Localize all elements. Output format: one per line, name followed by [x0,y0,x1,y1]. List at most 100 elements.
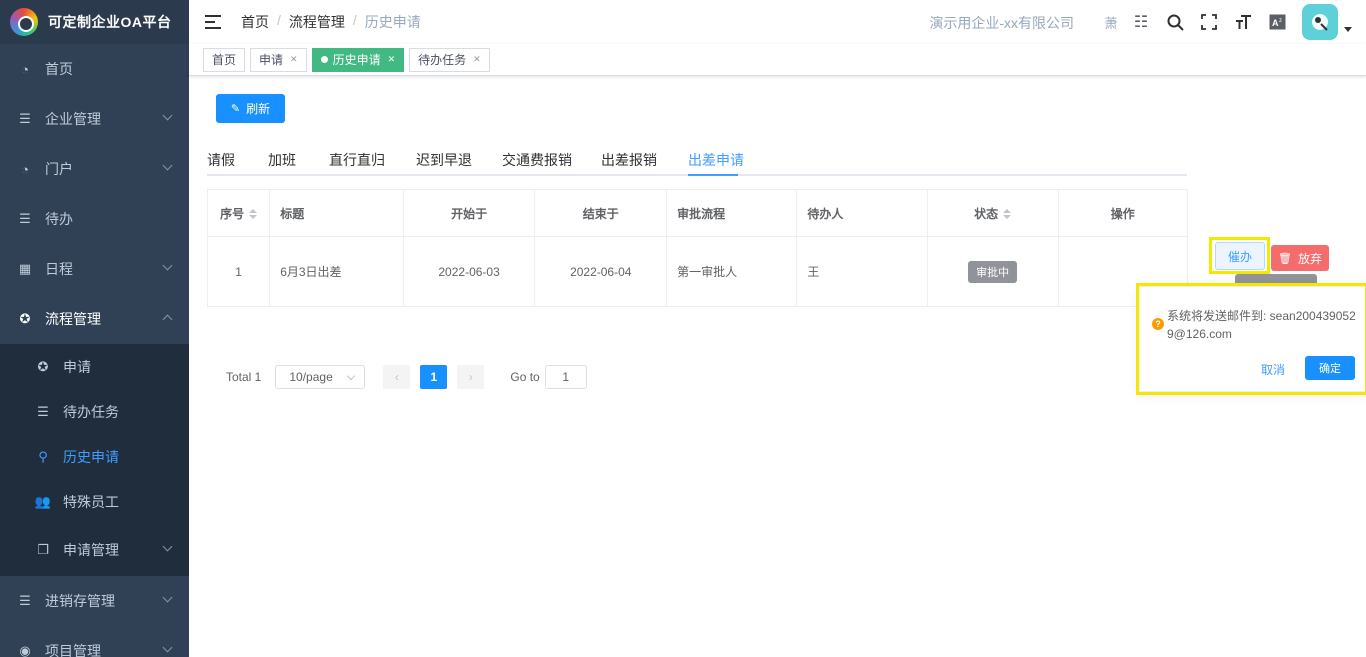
trash-icon: 🗑 [1278,252,1292,265]
pagination: Total 1 10/page ‹ 1 › Go to 1 [226,364,587,390]
header-right-menu: 萧 ☷ Az [1098,0,1366,44]
col-status[interactable]: 状态 [926,189,1059,237]
people-icon: 👥 [34,493,52,509]
sidebar-item-home[interactable]: ◔ 首页 [0,44,189,94]
chevron-down-icon [162,260,173,271]
col-title: 标题 [269,189,404,237]
tab-direct-go-return[interactable]: 直行直归 [329,150,385,178]
tag-label: 首页 [212,53,237,67]
fullscreen-icon[interactable] [1192,0,1226,44]
page-size-select[interactable]: 10/page [275,365,366,389]
col-index[interactable]: 序号 [206,189,271,237]
sidebar-item-label: 流程管理 [45,311,101,327]
edit-icon: ✎ [230,103,241,115]
tag-apply[interactable]: 申请 ✕ [250,47,307,72]
sort-icon[interactable] [249,209,258,220]
sidebar-item-label: 待办任务 [63,403,119,420]
cell-end: 2022-06-04 [534,236,668,307]
table-header-row: 序号 标题 开始于 结束于 审批流程 待办人 状态 操作 [206,189,1189,237]
sidebar-item-label: 门户 [45,161,73,177]
refresh-button[interactable]: ✎ 刷新 [216,94,285,123]
sidebar-item-portal[interactable]: ◔ 门户 [0,144,189,194]
prev-page-button[interactable]: ‹ [383,365,411,389]
chevron-down-icon [162,110,173,121]
tab-active-bar [688,174,738,176]
cell-flow: 第一审批人 [666,236,798,307]
sidebar-item-schedule[interactable]: ▦ 日程 [0,244,189,294]
app-logo-icon [10,8,38,36]
list-icon: ☰ [19,211,31,226]
eye-icon: ◉ [19,643,31,657]
language-icon[interactable]: Az [1260,0,1294,44]
hamburger-icon[interactable] [205,15,221,29]
dashboard-icon: ◔ [21,61,29,77]
chevron-down-icon [162,642,173,653]
chevron-down-icon [162,592,173,603]
sidebar-item-label: 申请管理 [63,542,119,558]
tab-late-early[interactable]: 迟到早退 [416,150,472,178]
app-title: 可定制企业OA平台 [48,14,172,30]
caret-down-icon[interactable] [1344,26,1352,32]
col-start: 开始于 [402,189,536,237]
urge-highlight [1209,237,1270,274]
tab-travel-reimburse[interactable]: 出差报销 [601,150,657,178]
tags-view: 首页 申请 ✕ 历史申请 ✕ 待办任务 ✕ [189,44,1366,76]
cell-index: 1 [206,236,271,307]
sidebar-item-project[interactable]: ◉ 项目管理 [0,626,189,657]
svg-text:A: A [1272,18,1279,28]
list-icon: ☰ [37,403,49,419]
active-dot-icon [320,56,328,63]
sidebar-item-apply-manage[interactable]: ❐ 申请管理 [0,524,189,576]
dashboard-icon: ◔ [21,161,29,177]
close-icon[interactable]: ✕ [473,54,481,65]
tab-overtime[interactable]: 加班 [268,150,296,178]
chevron-down-icon [162,541,173,552]
refresh-label: 刷新 [246,102,271,116]
sidebar-item-inventory[interactable]: ☰ 进销存管理 [0,576,189,626]
tag-label: 待办任务 [418,53,467,67]
type-tabs: 请假 加班 直行直归 迟到早退 交通费报销 出差报销 出差申请 [207,146,1187,176]
sidebar-item-workflow[interactable]: ✪ 流程管理 [0,294,189,344]
tag-home[interactable]: 首页 [203,47,246,72]
goto-input[interactable]: 1 [544,365,587,389]
tag-label: 历史申请 [332,53,381,67]
avatar[interactable] [1302,4,1338,40]
abandon-label: 放弃 [1297,251,1322,266]
page-number[interactable]: 1 [420,365,448,389]
sidebar-item-apply[interactable]: ✪ 申请 [0,344,189,389]
breadcrumb-home[interactable]: 首页 [241,12,269,32]
close-icon[interactable]: ✕ [388,54,396,65]
tag-history[interactable]: 历史申请 ✕ [311,47,405,72]
breadcrumb-current: 历史申请 [364,14,421,30]
sidebar-item-todo-tasks[interactable]: ☰ 待办任务 [0,389,189,434]
sidebar-item-label: 进销存管理 [45,593,115,609]
font-size-icon[interactable] [1226,0,1260,44]
next-page-button[interactable]: › [457,365,485,389]
sidebar-item-enterprise[interactable]: ☰ 企业管理 [0,94,189,144]
col-flow: 审批流程 [666,189,798,237]
navbar: 首页 / 流程管理 / 历史申请 演示用企业-xx有限公司 萧 ☷ Az [189,0,1366,44]
tab-transport-reimburse[interactable]: 交通费报销 [502,150,572,178]
tag-todo-tasks[interactable]: 待办任务 ✕ [409,47,490,72]
sidebar-item-special-staff[interactable]: 👥 特殊员工 [0,479,189,524]
company-name: 演示用企业-xx有限公司 [929,15,1074,31]
sort-icon[interactable] [1003,209,1012,220]
sidebar-item-history[interactable]: ⚲ 历史申请 [0,434,189,479]
search-icon[interactable] [1158,0,1192,44]
tree-table-icon[interactable]: ☷ [1124,0,1158,44]
sidebar-item-label: 待办 [45,211,73,227]
chevron-down-icon [162,160,173,171]
logo: 可定制企业OA平台 [0,0,189,44]
breadcrumb-workflow[interactable]: 流程管理 [289,12,345,32]
status-badge: 审批中 [968,260,1018,283]
col-actions: 操作 [1057,189,1189,237]
cell-title: 6月3日出差 [269,236,404,307]
sidebar: 可定制企业OA平台 ◔ 首页 ☰ 企业管理 ◔ 门户 ☰ 待办 ▦ 日程 ✪ 流… [0,0,189,657]
close-icon[interactable]: ✕ [290,54,298,65]
svg-text:z: z [1279,18,1282,24]
sidebar-item-todo[interactable]: ☰ 待办 [0,194,189,244]
sidebar-item-label: 项目管理 [45,643,101,657]
tree-table-icon: ☰ [19,593,31,608]
tab-leave[interactable]: 请假 [207,150,235,178]
abandon-button[interactable]: 🗑 放弃 [1271,245,1329,271]
